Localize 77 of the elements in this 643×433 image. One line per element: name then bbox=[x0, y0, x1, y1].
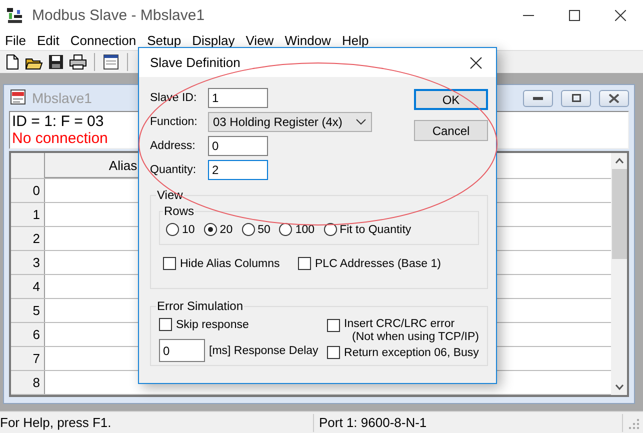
menu-item[interactable]: Help bbox=[336, 32, 375, 48]
menu-item[interactable]: View bbox=[240, 32, 280, 48]
menu-item[interactable]: Connection bbox=[65, 32, 142, 48]
window-title: Mbslave1 bbox=[32, 90, 92, 106]
row-header: 4 bbox=[11, 275, 45, 298]
minimize-button[interactable] bbox=[523, 90, 553, 106]
radio-button[interactable] bbox=[166, 223, 179, 236]
radio-button[interactable] bbox=[279, 223, 292, 236]
close-icon bbox=[614, 10, 626, 20]
app-icon bbox=[6, 6, 24, 24]
menu-item[interactable]: Edit bbox=[32, 32, 66, 48]
group-title: Rows bbox=[163, 204, 196, 218]
scrollbar[interactable] bbox=[611, 153, 627, 395]
checkbox[interactable] bbox=[163, 257, 176, 270]
grid-corner bbox=[11, 153, 45, 178]
field-label: Address: bbox=[150, 140, 196, 152]
field-label: [ms] Response Delay bbox=[209, 344, 318, 356]
radio-button[interactable] bbox=[324, 223, 337, 236]
close-icon bbox=[609, 94, 619, 102]
row-header: 8 bbox=[11, 371, 45, 394]
status-text: For Help, press F1. bbox=[0, 415, 112, 430]
connection-info: ID = 1: F = 03 bbox=[12, 113, 104, 130]
checkbox[interactable] bbox=[327, 319, 340, 332]
save-icon[interactable] bbox=[47, 53, 65, 71]
option-note: (Not when using TCP/IP) bbox=[351, 331, 479, 344]
row-header: 5 bbox=[11, 299, 45, 322]
group-title: View bbox=[156, 188, 184, 202]
maximize-icon bbox=[568, 10, 580, 20]
input-field[interactable]: 0 bbox=[208, 136, 268, 156]
port-status: Port 1: 9600-8-N-1 bbox=[318, 415, 428, 430]
connection-status: No connection bbox=[12, 130, 108, 147]
scrollbar-thumb[interactable] bbox=[612, 169, 626, 259]
menu-item[interactable]: Display bbox=[187, 32, 241, 48]
option-label: Return exception 06, Busy bbox=[344, 346, 479, 358]
print-icon[interactable] bbox=[69, 53, 87, 71]
group-title: Error Simulation bbox=[156, 299, 244, 313]
menu-item[interactable]: Window bbox=[280, 32, 337, 48]
row-header: 2 bbox=[11, 227, 45, 250]
option-label: 10 bbox=[182, 224, 195, 236]
option-label: 50 bbox=[258, 224, 270, 236]
restore-icon bbox=[572, 94, 580, 102]
dialog-title: Slave Definition bbox=[150, 55, 242, 70]
menu-item[interactable]: File bbox=[0, 32, 32, 48]
row-header: 1 bbox=[11, 203, 45, 226]
input-field[interactable]: 1 bbox=[208, 88, 268, 108]
close-icon bbox=[470, 56, 482, 68]
function-dropdown[interactable]: 03 Holding Register (4x) bbox=[208, 112, 372, 132]
window-title: Modbus Slave - Mbslave1 bbox=[32, 6, 206, 24]
chevron-down-icon bbox=[356, 119, 366, 125]
checkbox[interactable] bbox=[159, 318, 172, 331]
row-header: 3 bbox=[11, 251, 45, 274]
document-icon bbox=[9, 89, 27, 107]
minimize-icon bbox=[533, 96, 543, 100]
option-label: Insert CRC/LRC error bbox=[344, 318, 456, 331]
checkbox[interactable] bbox=[298, 257, 311, 270]
field-label: Function: bbox=[150, 116, 198, 128]
row-header: 7 bbox=[11, 347, 45, 370]
input-field[interactable]: 0 bbox=[159, 339, 205, 362]
ok-button[interactable]: OK bbox=[414, 89, 488, 110]
option-label: Fit to Quantity bbox=[340, 224, 412, 236]
input-field[interactable]: 2 bbox=[208, 160, 268, 180]
radio-button[interactable] bbox=[242, 223, 255, 236]
menu-item[interactable]: Setup bbox=[142, 32, 188, 48]
option-label: 20 bbox=[220, 224, 233, 236]
field-label: Quantity: bbox=[150, 164, 198, 176]
checkbox[interactable] bbox=[327, 346, 340, 359]
option-label: PLC Addresses (Base 1) bbox=[315, 258, 441, 270]
option-label: Skip response bbox=[176, 318, 249, 330]
restore-button[interactable] bbox=[561, 90, 591, 106]
row-header: 0 bbox=[11, 179, 45, 202]
option-label: Hide Alias Columns bbox=[180, 258, 280, 270]
radio-button[interactable] bbox=[204, 223, 217, 236]
close-button[interactable] bbox=[599, 90, 629, 106]
row-header: 6 bbox=[11, 323, 45, 346]
cancel-button[interactable]: Cancel bbox=[414, 120, 488, 141]
window-icon[interactable] bbox=[102, 53, 120, 71]
option-label: 100 bbox=[295, 224, 315, 236]
